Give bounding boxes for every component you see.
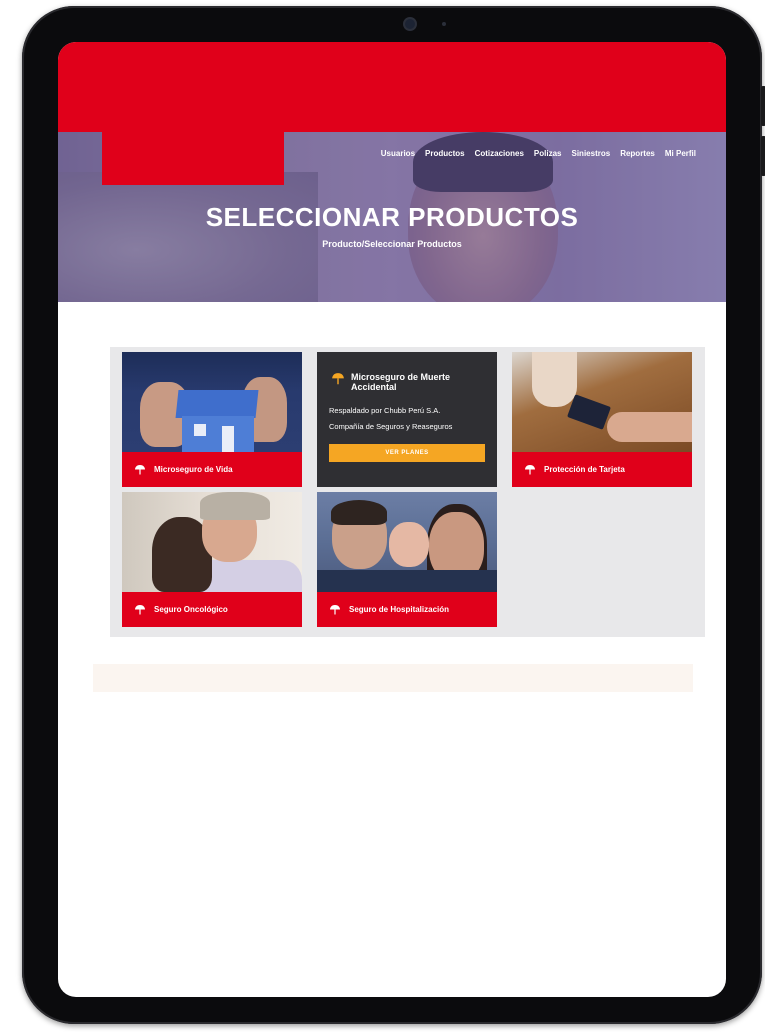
product-image-house (122, 352, 302, 452)
image-house-window (194, 424, 206, 436)
product-image-credit-card (512, 352, 692, 452)
image-house-wall (182, 416, 254, 452)
nav-item-usuarios[interactable]: Usuarios (381, 149, 415, 158)
brand-logo[interactable] (102, 132, 284, 185)
image-arm (607, 412, 692, 442)
footer-strip (93, 664, 693, 692)
product-label: Seguro Oncológico (154, 605, 228, 614)
umbrella-icon (135, 464, 145, 474)
nav-item-polizas[interactable]: Polizas (534, 149, 562, 158)
product-label-bar[interactable]: Seguro de Hospitalización (317, 592, 497, 627)
product-backer-text: Respaldado por Chubb Perú S.A. (329, 406, 441, 415)
product-label-bar[interactable]: Protección de Tarjeta (512, 452, 692, 487)
image-arm (532, 352, 577, 407)
image-hair (331, 500, 387, 525)
app-screen: SELECCIONAR PRODUCTOS Producto/Seleccion… (58, 42, 726, 997)
image-scarf (200, 492, 270, 520)
product-company-text: Compañía de Seguros y Reaseguros (329, 422, 453, 431)
product-card-muerte-accidental[interactable]: Microseguro de Muerte Accidental Respald… (317, 352, 497, 487)
umbrella-icon (330, 604, 340, 614)
camera-icon (405, 19, 415, 29)
main-nav: Usuarios Productos Cotizaciones Polizas … (381, 149, 696, 158)
breadcrumb[interactable]: Producto/Seleccionar Productos (58, 239, 726, 249)
product-label: Protección de Tarjeta (544, 465, 625, 474)
product-label: Microseguro de Vida (154, 465, 233, 474)
product-title: Microseguro de Muerte Accidental (351, 372, 451, 392)
top-red-bar (58, 42, 726, 132)
sensor-dot (442, 22, 446, 26)
umbrella-icon (332, 373, 344, 385)
image-baby (389, 522, 429, 567)
nav-item-reportes[interactable]: Reportes (620, 149, 655, 158)
product-label: Seguro de Hospitalización (349, 605, 450, 614)
product-image-family (317, 492, 497, 594)
product-card-seguro-oncologico[interactable]: Seguro Oncológico (122, 492, 302, 627)
product-image-mother-child (122, 492, 302, 595)
product-card-microseguro-vida[interactable]: Microseguro de Vida (122, 352, 302, 487)
nav-item-siniestros[interactable]: Siniestros (572, 149, 611, 158)
nav-item-cotizaciones[interactable]: Cotizaciones (475, 149, 524, 158)
page-title: SELECCIONAR PRODUCTOS (205, 202, 579, 232)
umbrella-icon (135, 604, 145, 614)
umbrella-icon (525, 464, 535, 474)
products-panel: Microseguro de Vida Microseguro de Muert… (110, 347, 705, 637)
product-label-bar[interactable]: Microseguro de Vida (122, 452, 302, 487)
product-label-bar[interactable]: Seguro Oncológico (122, 592, 302, 627)
product-card-seguro-hospitalizacion[interactable]: Seguro de Hospitalización (317, 492, 497, 627)
tablet-side-button (761, 136, 765, 176)
tablet-side-button (761, 86, 765, 126)
image-credit-card (567, 394, 611, 430)
product-card-proteccion-tarjeta[interactable]: Protección de Tarjeta (512, 352, 692, 487)
image-house-roof (175, 390, 259, 418)
ver-planes-button[interactable]: VER PLANES (329, 444, 485, 462)
image-shirt (317, 570, 497, 592)
image-house-door (222, 426, 234, 452)
nav-item-productos[interactable]: Productos (425, 149, 465, 158)
nav-item-mi-perfil[interactable]: Mi Perfil (665, 149, 696, 158)
